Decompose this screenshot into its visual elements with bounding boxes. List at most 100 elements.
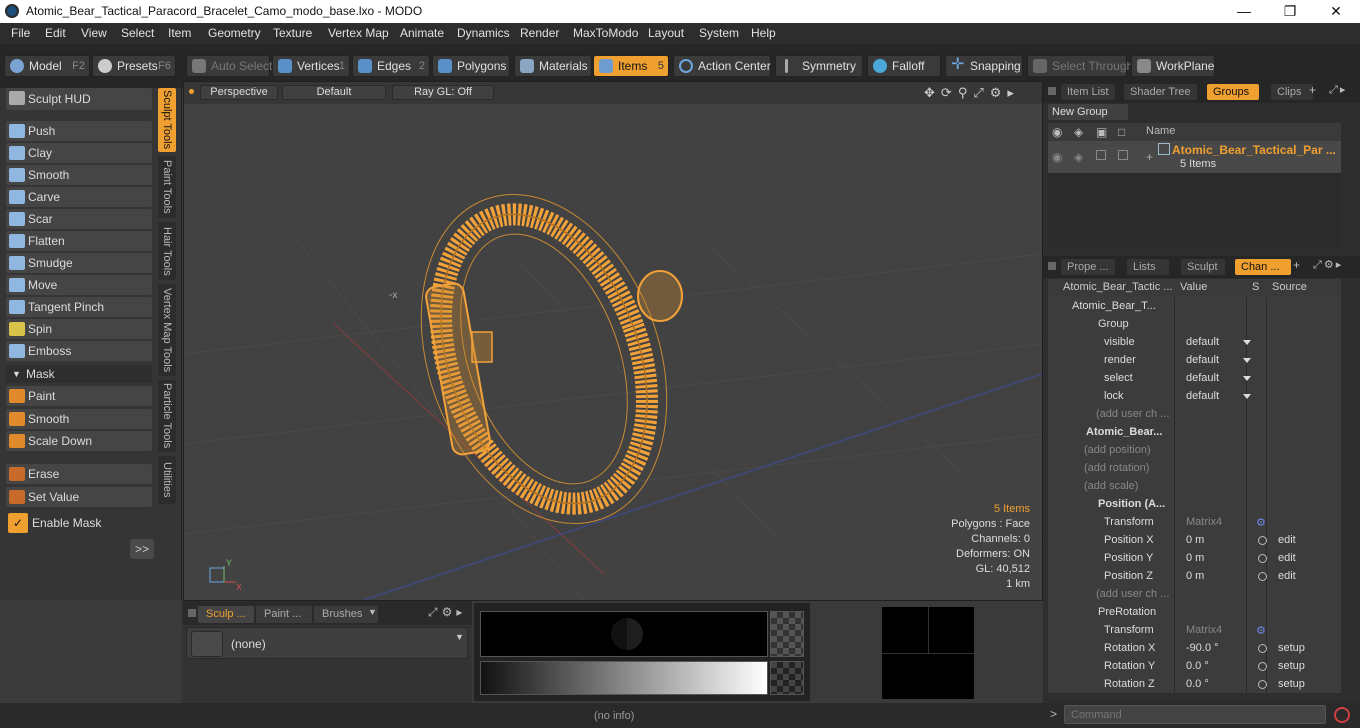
tool-spin[interactable]: Spin (6, 319, 152, 339)
tool-carve[interactable]: Carve (6, 187, 152, 207)
channel-row[interactable]: Atomic_Bear_T... (1054, 297, 1341, 315)
expand-icon[interactable]: ⤢ (1329, 84, 1340, 96)
minimize-button[interactable]: — (1221, 0, 1267, 23)
tool-emboss[interactable]: Emboss (6, 341, 152, 361)
items-button[interactable]: Items 5 (593, 55, 669, 77)
menu-help[interactable]: Help (751, 26, 776, 40)
symmetry-button[interactable]: Symmetry (775, 55, 863, 77)
settings-gear-icon[interactable]: ⚙ (990, 85, 1008, 100)
channel-value[interactable]: 0.0 ° (1186, 675, 1209, 693)
materials-button[interactable]: Materials (514, 55, 592, 77)
tab-particle-tools[interactable]: Particle Tools (158, 380, 176, 452)
tab-channels[interactable]: Chan ... (1235, 259, 1291, 275)
tab-utilities[interactable]: Utilities (158, 456, 176, 504)
falloff-button[interactable]: Falloff (867, 55, 941, 77)
erase-button[interactable]: Erase (6, 464, 152, 484)
menu-select[interactable]: Select (121, 26, 154, 40)
channel-value[interactable]: Matrix4 (1186, 621, 1222, 639)
channel-row[interactable]: Position Z 0 m edit (1054, 567, 1341, 585)
polygons-button[interactable]: Polygons (432, 55, 510, 77)
tab-lists[interactable]: Lists (1127, 259, 1169, 275)
add-tab-icon[interactable]: + (1293, 258, 1300, 272)
channel-row[interactable]: visible default (1054, 333, 1341, 351)
arrow-right-icon[interactable]: ▸ (456, 605, 466, 619)
channel-row[interactable]: (add user ch ... (1054, 405, 1341, 423)
record-icon[interactable] (1334, 707, 1350, 723)
tool-smudge[interactable]: Smudge (6, 253, 152, 273)
channel-row[interactable]: Rotation Y 0.0 ° setup (1054, 657, 1341, 675)
channel-row[interactable]: Transform Matrix4 ⚙ (1054, 513, 1341, 531)
tool-clay[interactable]: Clay (6, 143, 152, 163)
chevron-down-icon[interactable]: ▼ (368, 607, 377, 617)
tab-paint[interactable]: Paint ... (256, 606, 312, 623)
state-circle-icon[interactable] (1258, 644, 1267, 653)
vertices-button[interactable]: Vertices 1 (272, 55, 350, 77)
channel-row[interactable]: (add scale) (1054, 477, 1341, 495)
state-circle-icon[interactable] (1258, 680, 1267, 689)
expand-plus-icon[interactable]: + (1146, 150, 1153, 164)
state-circle-icon[interactable] (1258, 572, 1267, 581)
channel-value[interactable]: -90.0 ° (1186, 639, 1219, 657)
menu-animate[interactable]: Animate (400, 26, 444, 40)
select-toggle-icon[interactable] (1118, 150, 1128, 160)
channel-value[interactable]: default (1186, 333, 1219, 351)
mask-section-header[interactable]: ▼ Mask (6, 365, 152, 383)
tab-groups[interactable]: Groups (1207, 84, 1259, 100)
channel-row[interactable]: select default (1054, 369, 1341, 387)
menu-render[interactable]: Render (520, 26, 559, 40)
maximize-button[interactable]: ❐ (1267, 0, 1313, 23)
visibility-eye-icon[interactable]: ◉ (1052, 150, 1062, 164)
expand-button[interactable]: >> (130, 539, 154, 559)
tool-push[interactable]: Push (6, 121, 152, 141)
menu-layout[interactable]: Layout (648, 26, 684, 40)
settings-gear-icon[interactable]: ⚙ (1324, 259, 1336, 271)
channel-row[interactable]: Rotation Z 0.0 ° setup (1054, 675, 1341, 693)
channel-value[interactable]: default (1186, 369, 1219, 387)
tab-sculpt[interactable]: Sculp ... (198, 606, 254, 623)
menu-item[interactable]: Item (168, 26, 191, 40)
channel-row[interactable]: Position X 0 m edit (1054, 531, 1341, 549)
link-gear-icon[interactable]: ⚙ (1256, 622, 1266, 640)
menu-geometry[interactable]: Geometry (208, 26, 261, 40)
new-group-button[interactable]: New Group (1048, 104, 1128, 120)
tool-smooth[interactable]: Smooth (6, 165, 152, 185)
channel-row[interactable]: lock default (1054, 387, 1341, 405)
tab-item-list[interactable]: Item List (1061, 84, 1115, 100)
channel-value[interactable]: 0 m (1186, 567, 1204, 585)
group-row[interactable]: ◉ ◈ + Atomic_Bear_Tactical_Par ... 5 Ite… (1048, 141, 1341, 173)
sculpt-hud-button[interactable]: Sculpt HUD (6, 88, 152, 110)
model-button[interactable]: Model F2 (4, 55, 90, 77)
mask-scale-down[interactable]: Scale Down (6, 431, 152, 451)
tab-sculpt-tools[interactable]: Sculpt Tools (158, 88, 176, 152)
close-button[interactable]: ✕ (1313, 0, 1359, 23)
edges-button[interactable]: Edges 2 (352, 55, 430, 77)
tab-paint-tools[interactable]: Paint Tools (158, 156, 176, 218)
state-circle-icon[interactable] (1258, 554, 1267, 563)
perspective-dropdown[interactable]: Perspective (200, 85, 278, 100)
channel-row[interactable]: PreRotation (1054, 603, 1341, 621)
alpha-swatch[interactable] (770, 611, 804, 657)
menu-maxtomodo[interactable]: MaxToModo (573, 26, 638, 40)
auto-select-button[interactable]: Auto Select (186, 55, 272, 77)
tab-sculpt-props[interactable]: Sculpt (1181, 259, 1225, 275)
mask-paint[interactable]: Paint (6, 386, 152, 406)
menu-system[interactable]: System (699, 26, 739, 40)
link-gear-icon[interactable]: ⚙ (1256, 514, 1266, 532)
default-style-dropdown[interactable]: Default (282, 85, 386, 100)
panel-controls[interactable]: ⤢⚙▸ (1313, 258, 1343, 272)
select-through-button[interactable]: Select Through (1027, 55, 1133, 77)
brush-selector[interactable]: (none) ▼ (186, 627, 468, 659)
render-toggle-icon[interactable]: ◈ (1074, 150, 1083, 164)
state-circle-icon[interactable] (1258, 536, 1267, 545)
panel-controls[interactable]: ⤢⚙▸ (428, 605, 466, 620)
menu-dynamics[interactable]: Dynamics (457, 26, 510, 40)
3d-viewport[interactable]: Perspective Default Ray GL: Off ✥⟳⚲⤢⚙▸ -… (183, 81, 1043, 601)
command-input[interactable] (1064, 705, 1326, 724)
state-circle-icon[interactable] (1258, 662, 1267, 671)
color-swatch[interactable] (480, 611, 768, 657)
lock-toggle-icon[interactable] (1096, 150, 1106, 160)
zoom-icon[interactable]: ⚲ (958, 85, 974, 100)
channel-row[interactable]: render default (1054, 351, 1341, 369)
viewport-nav-icons[interactable]: ✥⟳⚲⤢⚙▸ (924, 85, 1020, 101)
channel-row[interactable]: Group (1054, 315, 1341, 333)
